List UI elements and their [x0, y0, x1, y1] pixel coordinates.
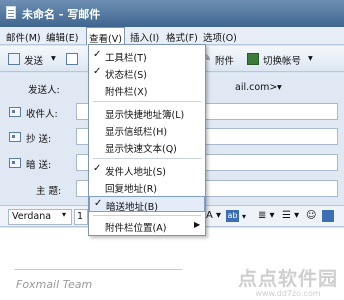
menu-format[interactable]: 格式(F): [166, 30, 198, 44]
bcc-label: 暗 送:: [26, 160, 52, 171]
check-icon: ✓: [93, 163, 102, 174]
menu-item-attachment-bar[interactable]: 附件栏(X): [89, 82, 205, 98]
menu-item-toolbar[interactable]: ✓ 工具栏(T): [89, 48, 205, 64]
message-body[interactable]: Foxmail Team 点点软件园 www.dd7zo.com: [0, 228, 344, 300]
check-icon: ✓: [94, 198, 103, 209]
cc-label: 抄 送:: [26, 134, 52, 145]
document-icon: [6, 6, 16, 19]
watermark-main: 点点软件园: [237, 268, 338, 290]
menu-separator: [93, 158, 201, 159]
menu-item-stationery-bar[interactable]: 显示信纸栏(H): [89, 122, 205, 138]
from-label: 发送人:: [28, 85, 60, 96]
check-icon: ✓: [93, 66, 102, 77]
submenu-arrow-icon: ▶: [194, 220, 201, 229]
send-dropdown-arrow[interactable]: ▾: [51, 53, 56, 64]
image-icon[interactable]: [322, 210, 334, 222]
font-color-button[interactable]: A ▾: [206, 210, 221, 221]
menu-insert[interactable]: 插入(I): [130, 30, 159, 44]
menu-item-bcc-address[interactable]: ✓ 暗送地址(B): [89, 196, 205, 213]
from-dropdown-arrow[interactable]: ▾: [277, 82, 282, 93]
menu-item-sender-address[interactable]: ✓ 发件人地址(S): [89, 162, 205, 178]
send-button[interactable]: 发送: [24, 53, 43, 67]
signature-divider: [14, 269, 182, 270]
subject-label: 主 题:: [36, 186, 62, 197]
from-value[interactable]: ail.com>: [235, 82, 277, 93]
highlight-dropdown-arrow[interactable]: ▾: [242, 212, 246, 221]
menu-view[interactable]: 查看(V): [86, 27, 125, 45]
view-menu-dropdown: ✓ 工具栏(T) ✓ 状态栏(S) 附件栏(X) 显示快捷地址簿(L) 显示信纸…: [88, 44, 206, 236]
title-bar: 未命名 - 写邮件: [0, 0, 344, 27]
watermark: 点点软件园 www.dd7zo.com: [238, 264, 338, 298]
switch-account-button[interactable]: 切换帐号: [263, 53, 301, 67]
align-button[interactable]: ≣ ▾: [258, 210, 275, 221]
address-book-icon[interactable]: [9, 158, 21, 168]
menu-item-quick-address-book[interactable]: 显示快捷地址簿(L): [89, 105, 205, 121]
address-book-icon[interactable]: [9, 132, 21, 142]
emoji-icon[interactable]: ☺: [306, 210, 316, 221]
menu-item-statusbar[interactable]: ✓ 状态栏(S): [89, 65, 205, 81]
highlight-icon: ab: [226, 210, 239, 222]
switch-account-icon[interactable]: [247, 53, 259, 65]
window-title: 未命名 - 写邮件: [22, 8, 101, 21]
send-icon[interactable]: [8, 53, 20, 65]
menu-item-reply-address[interactable]: 回复地址(R): [89, 179, 205, 195]
switch-account-arrow[interactable]: ▾: [308, 53, 313, 64]
save-icon[interactable]: [66, 53, 78, 65]
address-book-icon[interactable]: [9, 107, 21, 117]
to-label: 收件人:: [26, 109, 58, 120]
highlight-button[interactable]: ab: [226, 210, 239, 222]
menu-separator: [93, 215, 201, 216]
check-icon: ✓: [93, 49, 102, 60]
menu-mail[interactable]: 邮件(M): [6, 30, 41, 44]
attach-button[interactable]: 附件: [215, 53, 234, 67]
list-button[interactable]: ☰ ▾: [282, 210, 299, 221]
signature: Foxmail Team: [16, 278, 93, 291]
menu-separator: [93, 101, 201, 102]
menu-options[interactable]: 选项(O): [203, 30, 237, 44]
font-dropdown-arrow[interactable]: ▾: [62, 210, 66, 219]
font-size-select[interactable]: 1: [74, 209, 88, 225]
menu-edit[interactable]: 编辑(E): [46, 30, 78, 44]
menu-item-attachment-position[interactable]: 附件栏位置(A) ▶: [89, 218, 205, 234]
menu-bar: 邮件(M) 编辑(E) 查看(V) 插入(I) 格式(F) 选项(O): [0, 27, 344, 45]
menu-item-quick-text[interactable]: 显示快速文本(Q): [89, 139, 205, 155]
